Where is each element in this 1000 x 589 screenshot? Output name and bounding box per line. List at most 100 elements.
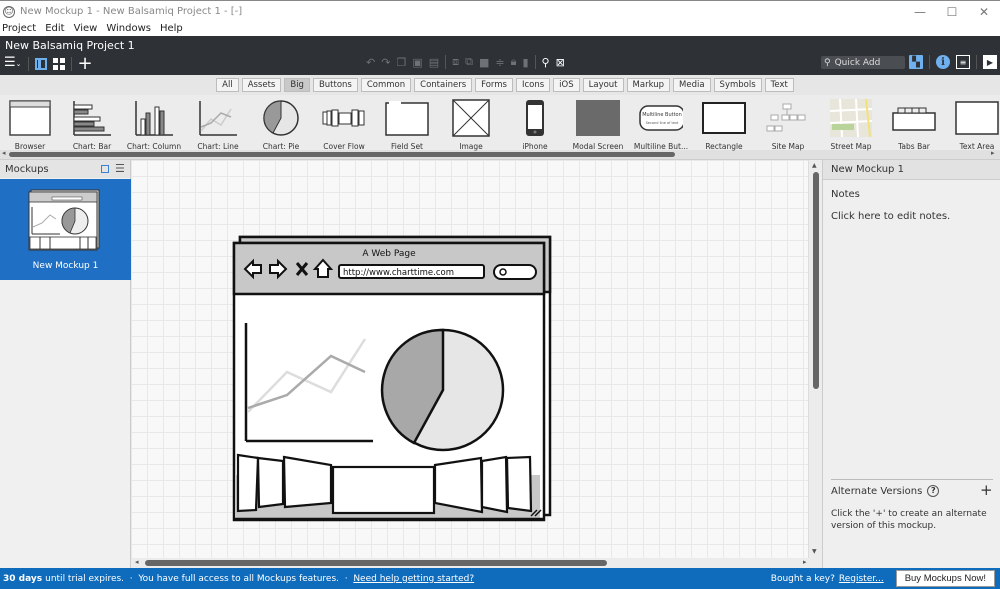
library-tab-media[interactable]: Media [673,78,711,92]
library-scrollbar[interactable] [9,152,675,157]
trash-icon[interactable]: ▮ [522,56,528,69]
copy-icon[interactable]: ❐ [396,56,406,69]
close-button[interactable]: ✕ [968,1,1000,23]
library-tab-ios[interactable]: iOS [553,78,580,92]
library-item-fieldset[interactable]: Field Set [377,99,437,151]
mockup-list-item-label: New Mockup 1 [32,261,99,271]
maximize-button[interactable]: ☐ [936,1,968,23]
library-tab-markup[interactable]: Markup [626,78,671,92]
cover-item [433,456,484,514]
textarea-icon [955,99,999,137]
library-item-browser[interactable]: Browser [0,99,60,151]
cover-item [480,455,509,514]
panel-title: New Mockup 1 [823,160,1000,180]
library-item-multibtn[interactable]: Multiline Button Second line of text Multi… [631,99,691,151]
canvas-vertical-scrollbar[interactable]: ▲ ▼ [808,160,822,558]
search-icon[interactable]: ⚲ [542,56,550,69]
library-tab-buttons[interactable]: Buttons [312,78,358,92]
library-item-line[interactable]: Chart: Line [188,99,248,151]
add-alternate-version-button[interactable]: + [980,481,993,499]
scroll-right-icon[interactable]: ▸ [803,558,807,566]
help-link[interactable]: Need help getting started? [353,574,474,584]
fieldset-icon [385,99,429,137]
library-tab-symbols[interactable]: Symbols [713,78,762,92]
hamburger-menu-icon[interactable]: ☰⌄ [4,55,22,72]
register-link[interactable]: Register... [839,574,884,584]
fullscreen-icon[interactable]: ⊠ [556,56,565,69]
library-item-tabs[interactable]: Tabs Bar [884,99,944,151]
mockup-canvas[interactable]: A Web Page http://www.charttime.com [131,160,808,558]
library-tab-big[interactable]: Big [284,78,310,92]
horizontal-scroll-thumb[interactable] [145,560,607,566]
vertical-scroll-thumb[interactable] [813,172,819,389]
lock-icon[interactable]: 🔒︎ [511,55,517,69]
library-tab-common[interactable]: Common [360,78,412,92]
browser-mockup[interactable]: A Web Page http://www.charttime.com [231,235,556,525]
ui-library-icon[interactable]: ▚ [909,55,923,69]
toolbar-divider [445,55,447,69]
paste-icon[interactable]: ▣ [412,56,422,69]
thumbnail-view-icon[interactable] [101,165,109,173]
library-tab-text[interactable]: Text [764,78,794,92]
menu-windows[interactable]: Windows [104,22,156,36]
minimize-button[interactable]: — [904,1,936,23]
multibtn-icon: Multiline Button Second line of text [639,99,683,137]
library-item-column[interactable]: Chart: Column [124,99,184,151]
buy-now-button[interactable]: Buy Mockups Now! [895,570,995,587]
group-icon[interactable]: ⧈ [452,55,459,69]
library-item-streetmap[interactable]: Street Map [821,99,881,151]
scroll-left-icon[interactable]: ◂ [135,558,139,566]
scroll-up-icon[interactable]: ▲ [812,162,817,169]
alternate-versions-text: Click the '+' to create an alternate ver… [831,509,987,531]
library-item-image[interactable]: Image [441,99,501,151]
menu-view[interactable]: View [72,22,103,36]
library-tab-assets[interactable]: Assets [241,78,282,92]
info-icon[interactable]: i [936,55,950,69]
library-item-pie[interactable]: Chart: Pie [251,99,311,151]
library-item-sitemap[interactable]: Site Map [758,99,818,151]
arrange-icon[interactable]: ■ [479,56,489,69]
notes-icon[interactable]: ≡ [956,55,970,69]
canvas-horizontal-scrollbar[interactable]: ◂ ▸ [131,558,822,568]
column-icon [132,99,176,137]
quick-add-input[interactable]: ⚲ Quick Add [821,56,905,69]
properties-panel: New Mockup 1 Notes Click here to edit no… [822,160,1000,568]
scroll-down-icon[interactable]: ▼ [812,548,817,555]
menu-help[interactable]: Help [158,22,188,36]
status-bar: 30 days until trial expires. · You have … [0,568,1000,589]
library-tab-containers[interactable]: Containers [414,78,473,92]
bought-key-text: Bought a key? [770,573,835,584]
library-item-rect[interactable]: Rectangle [694,99,754,151]
iphone-icon [513,99,557,137]
clipboard-icon[interactable]: ▤ [429,56,439,69]
browser-title: A Web Page [362,249,416,259]
alternate-versions-header: Alternate Versions ? [831,485,940,497]
add-icon[interactable]: + [78,54,93,72]
list-view-icon[interactable]: ☰ [115,162,125,175]
redo-icon[interactable]: ↷ [381,56,390,69]
menu-project[interactable]: Project [0,22,41,36]
menu-edit[interactable]: Edit [43,22,69,36]
present-icon[interactable]: ▶ [983,55,997,69]
notes-field[interactable]: Click here to edit notes. [831,211,950,222]
sitemap-icon [766,99,810,137]
library-tab-all[interactable]: All [216,78,239,92]
library-tab-layout[interactable]: Layout [582,78,624,92]
library-tab-icons[interactable]: Icons [515,78,551,92]
library-item-coverflow[interactable]: Cover Flow [314,99,374,151]
library-item-textarea[interactable]: Text Area [947,99,1000,151]
align-icon[interactable]: ≑ [495,56,504,69]
undo-icon[interactable]: ↶ [366,56,375,69]
single-view-icon[interactable] [34,57,47,70]
svg-text:Multiline Button: Multiline Button [642,112,682,118]
library-tab-forms[interactable]: Forms [475,78,513,92]
sidebar-title: Mockups [5,163,49,175]
grid-view-icon[interactable] [52,57,65,70]
ungroup-icon[interactable]: ⧉ [465,55,473,69]
library-item-modal[interactable]: Modal Screen [568,99,628,151]
mockup-list-item[interactable]: New Mockup 1 [0,179,131,280]
help-icon[interactable]: ? [927,485,940,497]
library-item-iphone[interactable]: iPhone [505,99,565,151]
library-item-label: Street Map [830,142,872,151]
library-item-bar[interactable]: Chart: Bar [62,99,122,151]
